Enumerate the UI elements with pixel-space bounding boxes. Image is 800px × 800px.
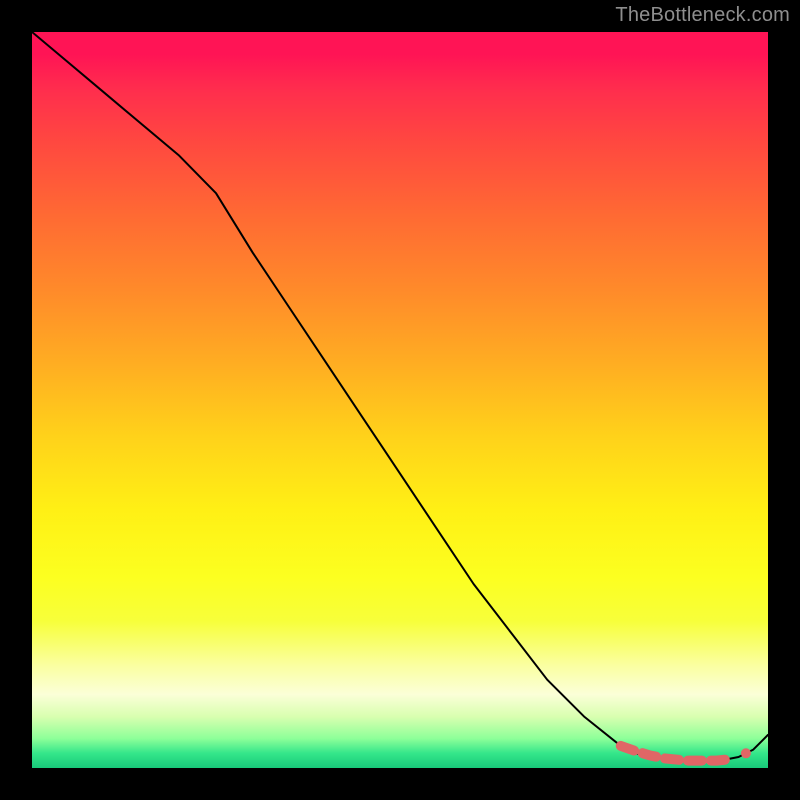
watermark-text: TheBottleneck.com [615,4,790,27]
highlight-markers [32,32,768,768]
curve-line [32,32,768,768]
chart-frame: TheBottleneck.com [0,0,800,800]
plot-area [32,32,768,768]
